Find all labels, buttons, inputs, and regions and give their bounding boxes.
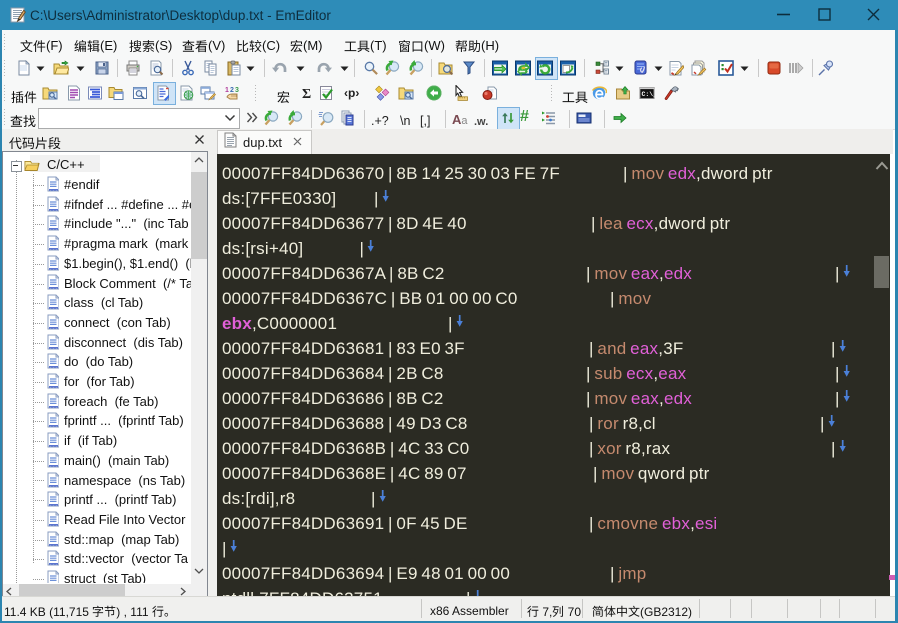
svg-text:‹p›: ‹p›: [344, 86, 359, 100]
svg-text:C:\_: C:\_: [642, 91, 656, 98]
svg-text:2: 2: [230, 87, 234, 94]
svg-text:1: 1: [225, 87, 229, 94]
svg-text:3: 3: [235, 87, 239, 94]
svg-text:Σ: Σ: [302, 87, 311, 101]
